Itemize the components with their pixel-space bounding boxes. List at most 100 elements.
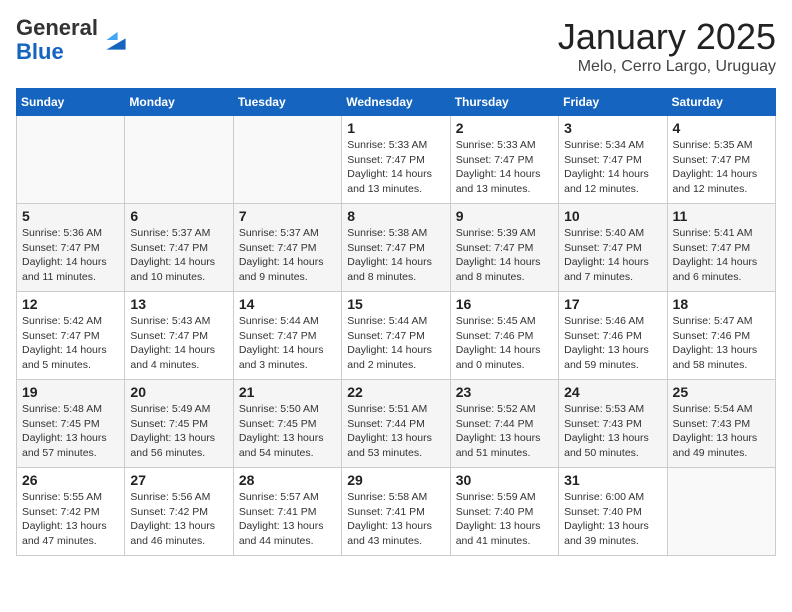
day-number: 19: [22, 384, 119, 400]
calendar-week-row: 12 Sunrise: 5:42 AM Sunset: 7:47 PM Dayli…: [17, 292, 776, 380]
calendar-cell: [233, 116, 341, 204]
day-number: 30: [456, 472, 553, 488]
day-info: Sunrise: 5:44 AM Sunset: 7:47 PM Dayligh…: [347, 314, 444, 373]
day-number: 27: [130, 472, 227, 488]
day-number: 1: [347, 120, 444, 136]
calendar-cell: 6 Sunrise: 5:37 AM Sunset: 7:47 PM Daylig…: [125, 204, 233, 292]
calendar-cell: 21 Sunrise: 5:50 AM Sunset: 7:45 PM Dayli…: [233, 380, 341, 468]
day-number: 31: [564, 472, 661, 488]
calendar-cell: 9 Sunrise: 5:39 AM Sunset: 7:47 PM Daylig…: [450, 204, 558, 292]
day-number: 2: [456, 120, 553, 136]
day-info: Sunrise: 5:46 AM Sunset: 7:46 PM Dayligh…: [564, 314, 661, 373]
weekday-header-wednesday: Wednesday: [342, 89, 450, 116]
day-number: 26: [22, 472, 119, 488]
calendar-cell: 25 Sunrise: 5:54 AM Sunset: 7:43 PM Dayli…: [667, 380, 775, 468]
weekday-header-sunday: Sunday: [17, 89, 125, 116]
day-number: 29: [347, 472, 444, 488]
logo-blue-text: Blue: [16, 39, 64, 64]
calendar-title: January 2025: [558, 16, 776, 58]
calendar-cell: 10 Sunrise: 5:40 AM Sunset: 7:47 PM Dayli…: [559, 204, 667, 292]
calendar-cell: 18 Sunrise: 5:47 AM Sunset: 7:46 PM Dayli…: [667, 292, 775, 380]
calendar-cell: 19 Sunrise: 5:48 AM Sunset: 7:45 PM Dayli…: [17, 380, 125, 468]
day-number: 3: [564, 120, 661, 136]
day-number: 14: [239, 296, 336, 312]
day-number: 21: [239, 384, 336, 400]
day-number: 4: [673, 120, 770, 136]
day-info: Sunrise: 5:48 AM Sunset: 7:45 PM Dayligh…: [22, 402, 119, 461]
calendar-cell: 22 Sunrise: 5:51 AM Sunset: 7:44 PM Dayli…: [342, 380, 450, 468]
calendar-week-row: 26Sunrise: 5:55 AM Sunset: 7:42 PM Dayli…: [17, 468, 776, 556]
calendar-cell: 14 Sunrise: 5:44 AM Sunset: 7:47 PM Dayli…: [233, 292, 341, 380]
day-info: Sunrise: 5:54 AM Sunset: 7:43 PM Dayligh…: [673, 402, 770, 461]
calendar-cell: 13 Sunrise: 5:43 AM Sunset: 7:47 PM Dayli…: [125, 292, 233, 380]
day-number: 9: [456, 208, 553, 224]
calendar-table: SundayMondayTuesdayWednesdayThursdayFrid…: [16, 88, 776, 556]
day-info: Sunrise: 5:33 AM Sunset: 7:47 PM Dayligh…: [456, 138, 553, 197]
weekday-header-friday: Friday: [559, 89, 667, 116]
day-info: Sunrise: 5:47 AM Sunset: 7:46 PM Dayligh…: [673, 314, 770, 373]
day-info: Sunrise: 5:42 AM Sunset: 7:47 PM Dayligh…: [22, 314, 119, 373]
calendar-cell: 5Sunrise: 5:36 AM Sunset: 7:47 PM Daylig…: [17, 204, 125, 292]
calendar-subtitle: Melo, Cerro Largo, Uruguay: [558, 58, 776, 76]
day-info: Sunrise: 5:58 AM Sunset: 7:41 PM Dayligh…: [347, 490, 444, 549]
calendar-cell: 11Sunrise: 5:41 AM Sunset: 7:47 PM Dayli…: [667, 204, 775, 292]
calendar-cell: 28Sunrise: 5:57 AM Sunset: 7:41 PM Dayli…: [233, 468, 341, 556]
weekday-header-monday: Monday: [125, 89, 233, 116]
day-number: 17: [564, 296, 661, 312]
logo: General Blue: [16, 16, 132, 64]
calendar-cell: 16 Sunrise: 5:45 AM Sunset: 7:46 PM Dayli…: [450, 292, 558, 380]
calendar-cell: 2 Sunrise: 5:33 AM Sunset: 7:47 PM Daylig…: [450, 116, 558, 204]
day-info: Sunrise: 5:53 AM Sunset: 7:43 PM Dayligh…: [564, 402, 661, 461]
calendar-cell: 15Sunrise: 5:44 AM Sunset: 7:47 PM Dayli…: [342, 292, 450, 380]
day-number: 24: [564, 384, 661, 400]
calendar-cell: 23 Sunrise: 5:52 AM Sunset: 7:44 PM Dayli…: [450, 380, 558, 468]
day-info: Sunrise: 5:37 AM Sunset: 7:47 PM Dayligh…: [130, 226, 227, 285]
calendar-cell: 20 Sunrise: 5:49 AM Sunset: 7:45 PM Dayli…: [125, 380, 233, 468]
weekday-header-thursday: Thursday: [450, 89, 558, 116]
day-number: 20: [130, 384, 227, 400]
calendar-cell: 12 Sunrise: 5:42 AM Sunset: 7:47 PM Dayli…: [17, 292, 125, 380]
day-number: 23: [456, 384, 553, 400]
day-info: Sunrise: 5:50 AM Sunset: 7:45 PM Dayligh…: [239, 402, 336, 461]
day-number: 8: [347, 208, 444, 224]
day-info: Sunrise: 6:00 AM Sunset: 7:40 PM Dayligh…: [564, 490, 661, 549]
calendar-cell: 24 Sunrise: 5:53 AM Sunset: 7:43 PM Dayli…: [559, 380, 667, 468]
title-block: January 2025 Melo, Cerro Largo, Uruguay: [558, 16, 776, 76]
day-info: Sunrise: 5:45 AM Sunset: 7:46 PM Dayligh…: [456, 314, 553, 373]
day-info: Sunrise: 5:44 AM Sunset: 7:47 PM Dayligh…: [239, 314, 336, 373]
day-info: Sunrise: 5:41 AM Sunset: 7:47 PM Dayligh…: [673, 226, 770, 285]
day-info: Sunrise: 5:51 AM Sunset: 7:44 PM Dayligh…: [347, 402, 444, 461]
day-number: 13: [130, 296, 227, 312]
day-info: Sunrise: 5:34 AM Sunset: 7:47 PM Dayligh…: [564, 138, 661, 197]
calendar-cell: 30Sunrise: 5:59 AM Sunset: 7:40 PM Dayli…: [450, 468, 558, 556]
calendar-cell: [125, 116, 233, 204]
day-info: Sunrise: 5:52 AM Sunset: 7:44 PM Dayligh…: [456, 402, 553, 461]
day-number: 12: [22, 296, 119, 312]
calendar-cell: 27 Sunrise: 5:56 AM Sunset: 7:42 PM Dayli…: [125, 468, 233, 556]
day-info: Sunrise: 5:49 AM Sunset: 7:45 PM Dayligh…: [130, 402, 227, 461]
calendar-cell: 29 Sunrise: 5:58 AM Sunset: 7:41 PM Dayli…: [342, 468, 450, 556]
day-info: Sunrise: 5:40 AM Sunset: 7:47 PM Dayligh…: [564, 226, 661, 285]
calendar-cell: 7Sunrise: 5:37 AM Sunset: 7:47 PM Daylig…: [233, 204, 341, 292]
day-number: 16: [456, 296, 553, 312]
weekday-header-tuesday: Tuesday: [233, 89, 341, 116]
calendar-cell: 26Sunrise: 5:55 AM Sunset: 7:42 PM Dayli…: [17, 468, 125, 556]
day-number: 7: [239, 208, 336, 224]
day-number: 22: [347, 384, 444, 400]
day-number: 6: [130, 208, 227, 224]
day-info: Sunrise: 5:56 AM Sunset: 7:42 PM Dayligh…: [130, 490, 227, 549]
day-info: Sunrise: 5:43 AM Sunset: 7:47 PM Dayligh…: [130, 314, 227, 373]
calendar-cell: 8Sunrise: 5:38 AM Sunset: 7:47 PM Daylig…: [342, 204, 450, 292]
calendar-cell: [667, 468, 775, 556]
calendar-cell: 31 Sunrise: 6:00 AM Sunset: 7:40 PM Dayli…: [559, 468, 667, 556]
day-info: Sunrise: 5:35 AM Sunset: 7:47 PM Dayligh…: [673, 138, 770, 197]
day-number: 10: [564, 208, 661, 224]
calendar-cell: [17, 116, 125, 204]
calendar-cell: 17 Sunrise: 5:46 AM Sunset: 7:46 PM Dayli…: [559, 292, 667, 380]
calendar-week-row: 19 Sunrise: 5:48 AM Sunset: 7:45 PM Dayli…: [17, 380, 776, 468]
day-number: 28: [239, 472, 336, 488]
day-info: Sunrise: 5:39 AM Sunset: 7:47 PM Dayligh…: [456, 226, 553, 285]
day-number: 25: [673, 384, 770, 400]
day-number: 18: [673, 296, 770, 312]
day-info: Sunrise: 5:36 AM Sunset: 7:47 PM Dayligh…: [22, 226, 119, 285]
